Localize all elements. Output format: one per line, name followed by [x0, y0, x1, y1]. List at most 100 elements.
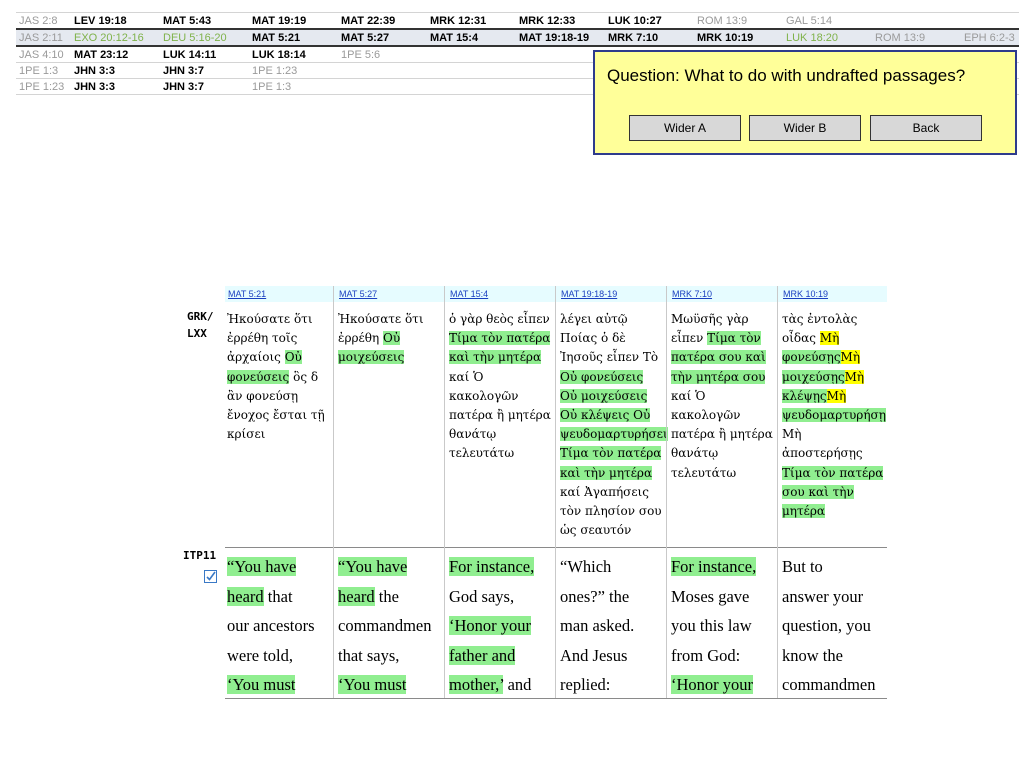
passage-cell[interactable]: ROM 13:9 — [872, 28, 961, 47]
text-segment: God says, — [449, 586, 515, 606]
text-line: heard the — [338, 582, 448, 612]
text-line: ‘You must — [338, 670, 448, 700]
passage-cell[interactable]: 1PE 1:23 — [249, 62, 338, 79]
passage-ref-link[interactable]: MAT 5:21 — [228, 289, 266, 299]
highlighted-text: Οὐ — [383, 331, 401, 346]
text-segment: κρίσει — [227, 427, 266, 442]
passage-cell[interactable]: 1PE 1:3 — [249, 78, 338, 95]
passage-cell[interactable]: ROM 13:9 — [694, 12, 783, 30]
text-line: Ἰησοῦς εἶπεν Τὸ — [560, 348, 667, 367]
text-segment: were told, — [227, 645, 293, 665]
passage-cell[interactable]: MRK 12:33 — [516, 12, 605, 30]
text-line: κρίσει — [227, 425, 334, 444]
passage-cell[interactable]: MAT 5:43 — [160, 12, 249, 30]
text-line: μητέρα — [782, 502, 889, 521]
passage-ref-link[interactable]: MAT 19:18-19 — [561, 289, 617, 299]
highlighted-text: Μὴ — [826, 388, 847, 403]
text-line: For instance, — [449, 552, 559, 582]
passage-row[interactable]: JAS 2:8 LEV 19:18 MAT 5:43 MAT 19:19 MAT 22:… — [16, 12, 1019, 30]
text-line: Οὐ μοιχεύσεις — [560, 387, 667, 406]
highlighted-text: μητέρα — [782, 504, 826, 519]
passage-cell[interactable]: JHN 3:3 — [71, 78, 160, 95]
text-line: you this law — [671, 611, 781, 641]
passage-cell[interactable]: MAT 19:19 — [249, 12, 338, 30]
back-button[interactable]: Back — [870, 115, 982, 141]
bottom-divider — [225, 698, 887, 699]
passage-cell[interactable]: 1PE 1:23 — [16, 78, 71, 95]
passage-cell[interactable]: MAT 23:12 — [71, 45, 160, 63]
text-segment: answer your — [782, 586, 864, 606]
passage-cell — [872, 12, 961, 30]
text-segment: commandmen — [338, 616, 432, 635]
highlighted-text: τὴν μητέρα σου — [671, 369, 766, 384]
passage-cell[interactable]: JAS 2:11 — [16, 28, 71, 47]
passage-cell[interactable]: LUK 10:27 — [605, 12, 694, 30]
column-separator — [666, 286, 667, 698]
text-line: Τίμα τὸν πατέρα — [449, 329, 556, 348]
text-line: Μὴ — [782, 425, 889, 444]
passage-row-selected[interactable]: JAS 2:11 EXO 20:12-16 DEU 5:16-20 MAT 5:21 M… — [16, 28, 1019, 47]
wider-b-button[interactable]: Wider B — [749, 115, 861, 141]
passage-cell[interactable]: LUK 14:11 — [160, 45, 249, 63]
text-segment: and — [503, 675, 532, 694]
text-line: Μωϋσῆς γὰρ — [671, 310, 778, 329]
passage-cell[interactable]: MRK 7:10 — [605, 28, 694, 47]
passage-cell[interactable]: JHN 3:7 — [160, 78, 249, 95]
highlighted-text: heard — [338, 586, 375, 606]
column-separator — [444, 286, 445, 698]
passage-ref-link[interactable]: MRK 10:19 — [783, 289, 828, 299]
highlighted-text: κλέψῃς — [782, 388, 827, 403]
passage-cell[interactable]: MAT 5:21 — [249, 28, 338, 47]
passage-cell[interactable]: MAT 19:18-19 — [516, 28, 605, 47]
text-line: ‘You must — [227, 670, 337, 700]
passage-cell[interactable]: EPH 6:2-3 — [961, 28, 1019, 47]
text-segment: ones?” the — [560, 586, 630, 606]
text-line: ἀρχαίοις Οὐ — [227, 348, 334, 367]
text-line: ἔνοχος ἔσται τῇ — [227, 406, 334, 425]
passage-cell[interactable]: MAT 22:39 — [338, 12, 427, 30]
grk-lxx-label: GRK/ LXX — [187, 310, 214, 340]
passage-cell[interactable]: 1PE 5:6 — [338, 45, 427, 63]
english-text-column: For instance, God says, ‘Honor your father … — [449, 552, 559, 700]
passage-cell — [427, 45, 516, 63]
passage-cell[interactable]: JHN 3:7 — [160, 62, 249, 79]
text-line: τελευτάτω — [671, 464, 778, 483]
text-segment: Ἠκούσατε ὅτι — [227, 312, 313, 326]
checkbox-checked-icon[interactable] — [204, 570, 217, 583]
text-segment: replied: — [560, 675, 611, 694]
text-segment: ἔνοχος ἔσται τῇ — [227, 408, 325, 423]
passage-cell[interactable]: 1PE 1:3 — [16, 62, 71, 79]
text-segment: that — [263, 586, 293, 606]
passage-ref-link[interactable]: MAT 5:27 — [339, 289, 377, 299]
passage-cell[interactable]: JAS 4:10 — [16, 45, 71, 63]
passage-ref-link[interactable]: MRK 7:10 — [672, 289, 712, 299]
passage-cell[interactable]: LUK 18:20 — [783, 28, 872, 47]
text-segment: question, you — [782, 616, 871, 635]
passage-cell[interactable]: MRK 12:31 — [427, 12, 516, 30]
text-line: θανάτῳ — [671, 444, 778, 463]
highlighted-text: μοιχεύσεις — [338, 350, 405, 365]
passage-cell[interactable]: GAL 5:14 — [783, 12, 872, 30]
passage-cell[interactable]: JHN 3:3 — [71, 62, 160, 79]
passage-cell[interactable]: LUK 18:14 — [249, 45, 338, 63]
passage-cell[interactable]: EXO 20:12-16 — [71, 28, 160, 47]
text-segment: κακολογῶν — [449, 388, 519, 403]
highlighted-text: mother,’ — [449, 675, 504, 694]
highlighted-text: “You have — [227, 557, 297, 576]
passage-cell[interactable]: MAT 5:27 — [338, 28, 427, 47]
passage-cell[interactable]: MRK 10:19 — [694, 28, 783, 47]
greek-text-column: λέγει αὐτῷ Ποίας ὁ δὲ Ἰησοῦς εἶπεν Τὸ Οὐ φο… — [560, 310, 668, 540]
text-line: εἶπεν Τίμα τὸν — [671, 329, 778, 348]
passage-ref-link[interactable]: MAT 15:4 — [450, 289, 488, 299]
text-line: ‘Honor your — [449, 611, 559, 641]
passage-cell[interactable]: DEU 5:16-20 — [160, 28, 249, 47]
passage-cell[interactable]: MAT 15:4 — [427, 28, 516, 47]
highlighted-text: heard — [227, 586, 264, 606]
passage-cell[interactable]: LEV 19:18 — [71, 12, 160, 30]
highlighted-text: father and — [449, 645, 516, 665]
passage-cell — [961, 12, 1019, 30]
text-segment: ἐρρέθη τοῖς — [227, 331, 298, 346]
highlighted-text: Τίμα τὸν πατέρα — [782, 465, 884, 480]
wider-a-button[interactable]: Wider A — [629, 115, 741, 141]
passage-cell[interactable]: JAS 2:8 — [16, 12, 71, 30]
